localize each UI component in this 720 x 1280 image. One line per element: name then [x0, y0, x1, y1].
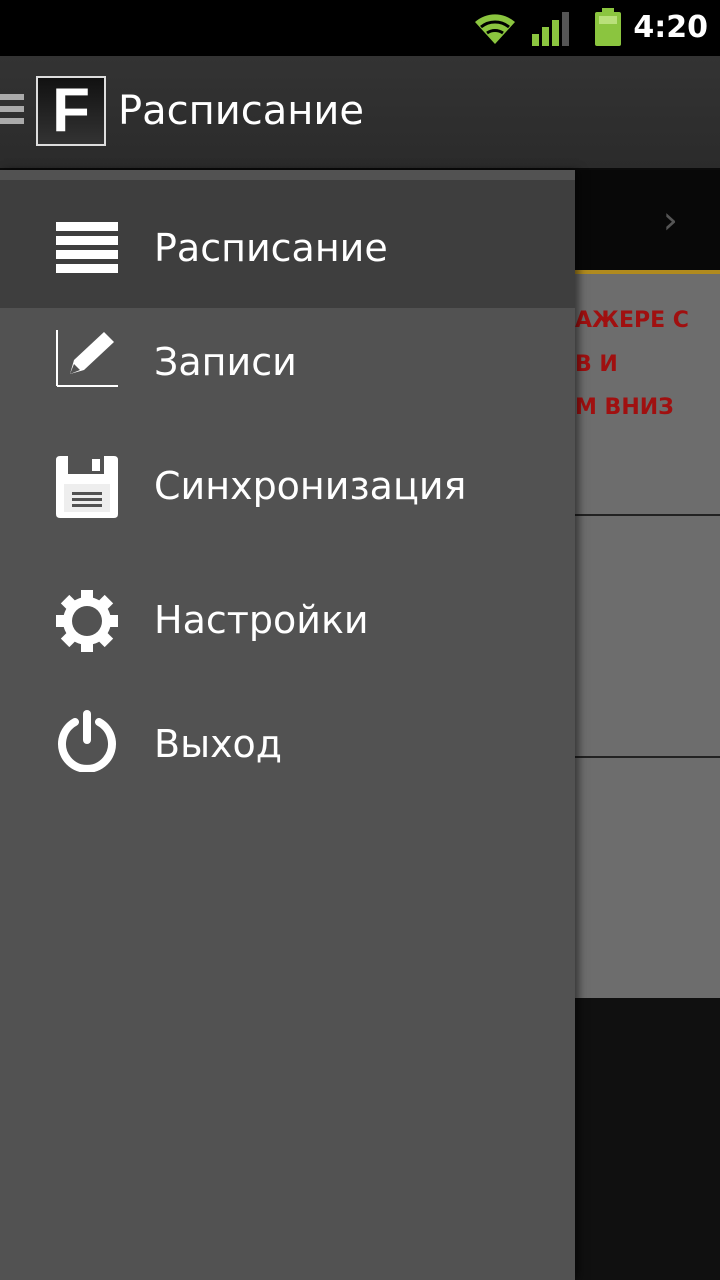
card-text-line: В И	[575, 352, 618, 377]
drawer-item-label: Выход	[154, 722, 283, 766]
drawer-item-records[interactable]: Записи	[0, 308, 575, 418]
drawer-item-logout[interactable]: Выход	[0, 686, 575, 806]
list-icon	[56, 222, 118, 273]
schedule-card[interactable]: АЖЕРЕ С В И М ВНИЗ	[575, 274, 720, 516]
signal-icon	[532, 12, 569, 46]
drawer-item-schedule[interactable]: Расписание	[0, 180, 575, 308]
gear-icon	[56, 590, 118, 652]
action-bar: F Расписание	[0, 56, 720, 170]
drawer-item-label: Расписание	[154, 226, 388, 270]
page-title: Расписание	[118, 88, 365, 134]
drawer-item-label: Настройки	[154, 598, 369, 642]
battery-icon	[595, 8, 621, 46]
pencil-icon	[56, 330, 118, 387]
navigation-drawer: Расписание Записи Синхронизация Настройк…	[0, 170, 575, 1280]
drawer-item-settings[interactable]: Настройки	[0, 562, 575, 682]
status-bar: 4:20	[0, 0, 720, 56]
card-text-line: АЖЕРЕ С	[575, 308, 689, 333]
status-clock: 4:20	[633, 10, 708, 45]
card-text-line: М ВНИЗ	[575, 395, 674, 420]
power-icon	[58, 710, 116, 772]
drawer-toggle-icon[interactable]	[0, 94, 24, 130]
schedule-card[interactable]	[575, 516, 720, 758]
schedule-content: › АЖЕРЕ С В И М ВНИЗ	[575, 170, 720, 1280]
day-navigation	[575, 170, 720, 270]
app-logo[interactable]: F	[36, 76, 106, 146]
drawer-item-label: Записи	[154, 340, 297, 384]
drawer-item-label: Синхронизация	[154, 464, 467, 508]
drawer-item-sync[interactable]: Синхронизация	[0, 428, 575, 548]
empty-area	[575, 998, 720, 1280]
next-day-button[interactable]: ›	[663, 198, 678, 242]
floppy-disk-icon	[56, 456, 118, 518]
wifi-icon	[475, 14, 515, 44]
schedule-card[interactable]	[575, 758, 720, 998]
